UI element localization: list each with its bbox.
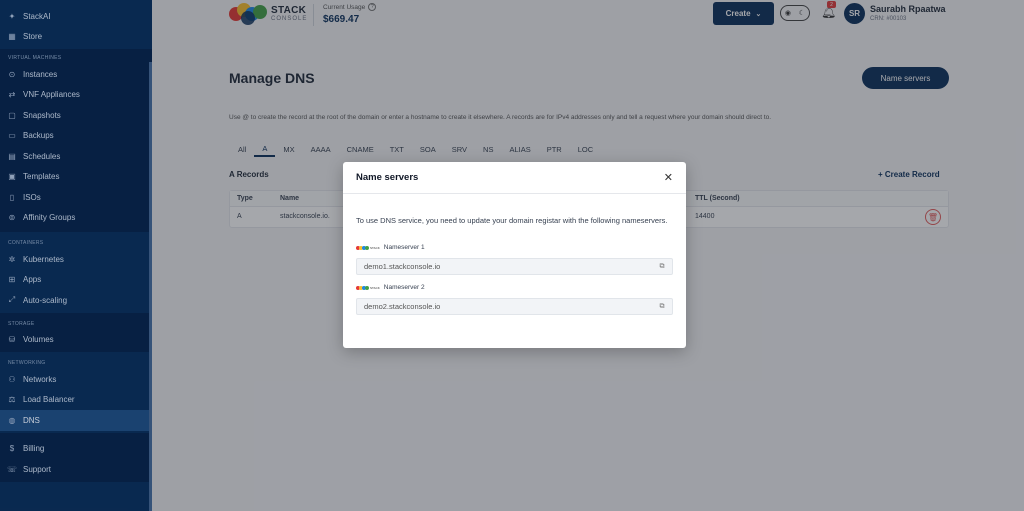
stack-console-mini-logo: STACK xyxy=(356,245,380,250)
name-servers-modal: Name servers ✕ To use DNS service, you n… xyxy=(343,162,686,348)
nameserver-value: demo1.stackconsole.io xyxy=(364,262,441,271)
close-icon[interactable]: ✕ xyxy=(664,171,673,184)
modal-description: To use DNS service, you need to update y… xyxy=(356,216,668,225)
nameserver-1-field[interactable]: demo1.stackconsole.io ⧉ xyxy=(356,258,673,275)
nameserver-2-field[interactable]: demo2.stackconsole.io ⧉ xyxy=(356,298,673,315)
nameserver-value: demo2.stackconsole.io xyxy=(364,302,441,311)
nameserver-label-text: Nameserver 2 xyxy=(383,284,425,291)
nameserver-2-label: STACK Nameserver 2 xyxy=(356,284,425,291)
copy-icon[interactable]: ⧉ xyxy=(658,303,666,311)
sidebar-backdrop xyxy=(0,0,152,511)
stack-console-mini-logo: STACK xyxy=(356,285,380,290)
modal-header: Name servers xyxy=(343,162,686,194)
copy-icon[interactable]: ⧉ xyxy=(658,263,666,271)
nameserver-label-text: Nameserver 1 xyxy=(383,244,425,251)
modal-title: Name servers xyxy=(356,172,419,183)
nameserver-1-label: STACK Nameserver 1 xyxy=(356,244,425,251)
